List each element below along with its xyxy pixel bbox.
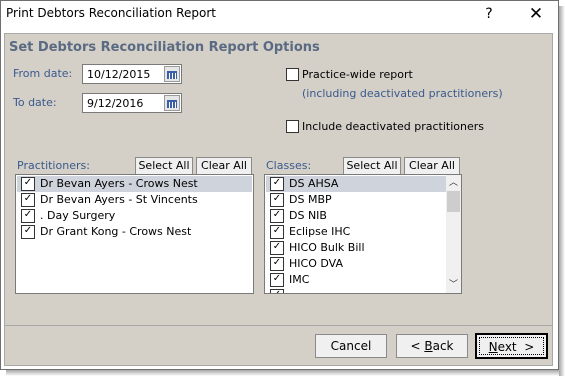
back-prefix: < — [410, 339, 425, 353]
item-checkbox[interactable]: ✓ — [21, 225, 35, 239]
list-item-label: HICO Bulk Bill — [289, 241, 365, 254]
list-item-label: HICO DVA — [289, 257, 343, 270]
list-item[interactable]: ✓ HICO DVA — [266, 256, 446, 272]
chevron-down-icon[interactable]: ﹀ — [446, 277, 461, 293]
item-checkbox[interactable]: ✓ — [270, 225, 284, 239]
from-date-label: From date: — [13, 67, 73, 80]
next-button[interactable]: Next > — [475, 333, 548, 359]
practitioners-label: Practitioners: — [17, 159, 90, 172]
button-bar — [4, 326, 553, 366]
list-item[interactable]: ✓ — [266, 288, 446, 293]
list-item-label: . Day Surgery — [40, 209, 116, 222]
include-deactivated-label[interactable]: Include deactivated practitioners — [302, 120, 484, 133]
item-checkbox[interactable]: ✓ — [270, 209, 284, 223]
list-item[interactable]: ✓ Eclipse IHC — [266, 224, 446, 240]
item-checkbox[interactable]: ✓ — [270, 193, 284, 207]
list-item[interactable]: ✓ DS MBP — [266, 192, 446, 208]
item-checkbox[interactable]: ✓ — [21, 193, 35, 207]
list-item[interactable]: ✓ Dr Grant Kong - Crows Nest — [17, 224, 252, 240]
back-hotkey: B — [424, 339, 433, 353]
practice-wide-label[interactable]: Practice-wide report — [302, 68, 413, 81]
classes-label: Classes: — [266, 159, 312, 172]
practitioners-list[interactable]: ✓ Dr Bevan Ayers - Crows Nest ✓ Dr Bevan… — [15, 174, 254, 294]
list-item-label: Dr Bevan Ayers - Crows Nest — [40, 177, 198, 190]
list-item-label: Dr Grant Kong - Crows Nest — [40, 225, 192, 238]
practice-wide-checkbox[interactable] — [286, 68, 299, 81]
from-date-field[interactable]: 10/12/2015 — [82, 64, 182, 84]
to-date-value[interactable]: 9/12/2016 — [87, 97, 143, 110]
to-date-label: To date: — [13, 96, 57, 109]
list-item[interactable]: ✓ Dr Bevan Ayers - St Vincents — [17, 192, 252, 208]
item-checkbox[interactable]: ✓ — [270, 241, 284, 255]
window-shadow-right — [559, 6, 565, 376]
item-checkbox[interactable]: ✓ — [21, 177, 35, 191]
include-deactivated-checkbox[interactable] — [286, 120, 299, 133]
close-icon[interactable]: ✕ — [519, 1, 553, 27]
classes-scrollbar[interactable]: ︿ ﹀ — [446, 175, 461, 293]
classes-select-all-button[interactable]: Select All — [343, 157, 401, 175]
next-rest: ext > — [497, 340, 535, 354]
list-item[interactable]: ✓ Dr Bevan Ayers - Crows Nest — [17, 176, 252, 192]
back-button[interactable]: < Back — [396, 334, 468, 358]
list-item[interactable]: ✓ IMC — [266, 272, 446, 288]
list-item-label: DS NIB — [289, 209, 327, 222]
list-item-label: Eclipse IHC — [289, 225, 351, 238]
item-checkbox[interactable]: ✓ — [270, 177, 284, 191]
from-date-value[interactable]: 10/12/2015 — [87, 68, 150, 81]
list-item-label: Dr Bevan Ayers - St Vincents — [40, 193, 198, 206]
list-item[interactable]: ✓ HICO Bulk Bill — [266, 240, 446, 256]
window-title: Print Debtors Reconciliation Report — [6, 6, 216, 20]
list-item-label: DS AHSA — [289, 177, 339, 190]
item-checkbox[interactable]: ✓ — [270, 273, 284, 287]
list-item[interactable]: ✓ DS NIB — [266, 208, 446, 224]
item-checkbox[interactable]: ✓ — [270, 289, 284, 293]
next-hotkey: N — [488, 340, 498, 354]
page-title: Set Debtors Reconciliation Report Option… — [9, 40, 320, 55]
item-checkbox[interactable]: ✓ — [270, 257, 284, 271]
help-button[interactable]: ? — [474, 1, 504, 27]
chevron-up-icon[interactable]: ︿ — [446, 175, 461, 191]
list-item-label: DS MBP — [289, 193, 332, 206]
calendar-icon[interactable] — [164, 66, 180, 82]
list-item[interactable]: ✓ DS AHSA — [266, 176, 446, 192]
list-item[interactable]: ✓ . Day Surgery — [17, 208, 252, 224]
classes-clear-all-button[interactable]: Clear All — [404, 157, 460, 175]
classes-list[interactable]: ✓ DS AHSA ✓ DS MBP ✓ DS NIB ✓ Eclipse IH… — [264, 174, 462, 294]
practitioners-select-all-button[interactable]: Select All — [135, 157, 193, 175]
practitioners-clear-all-button[interactable]: Clear All — [196, 157, 252, 175]
cancel-button[interactable]: Cancel — [315, 334, 387, 358]
back-rest: ack — [432, 339, 454, 353]
scrollbar-thumb[interactable] — [447, 191, 460, 212]
list-item-label: IMC — [289, 273, 310, 286]
item-checkbox[interactable]: ✓ — [21, 209, 35, 223]
to-date-field[interactable]: 9/12/2016 — [82, 93, 182, 113]
calendar-icon[interactable] — [164, 95, 180, 111]
window-shadow-bottom — [6, 370, 559, 376]
practice-wide-hint: (including deactivated practitioners) — [302, 87, 503, 100]
